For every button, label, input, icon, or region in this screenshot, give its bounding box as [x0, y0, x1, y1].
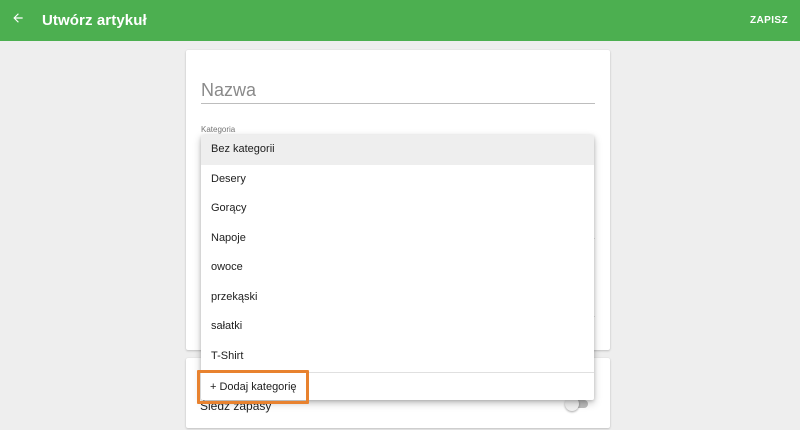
category-option[interactable]: sałatki [201, 312, 594, 342]
category-option[interactable]: owoce [201, 253, 594, 283]
page-title: Utwórz artykuł [42, 12, 147, 29]
category-option[interactable]: Desery [201, 165, 594, 195]
category-option[interactable]: Bez kategorii [201, 135, 594, 165]
stock-tracking-label: Śledź zapasy [200, 399, 272, 413]
stock-tracking-toggle[interactable] [565, 397, 588, 411]
back-button[interactable] [6, 8, 30, 32]
arrow-left-icon [11, 11, 25, 30]
category-label: Kategoria [201, 125, 236, 134]
app-bar: Utwórz artykuł ZAPISZ [0, 0, 800, 41]
add-category-button[interactable]: + Dodaj kategorię [201, 373, 594, 400]
name-input[interactable] [201, 78, 595, 104]
category-option[interactable]: Gorący [201, 194, 594, 224]
category-option[interactable]: T-Shirt [201, 342, 594, 372]
category-option[interactable]: Napoje [201, 224, 594, 254]
save-button[interactable]: ZAPISZ [750, 15, 788, 26]
category-dropdown: Bez kategorii Desery Gorący Napoje owoce… [201, 135, 594, 400]
category-option[interactable]: przekąski [201, 283, 594, 313]
